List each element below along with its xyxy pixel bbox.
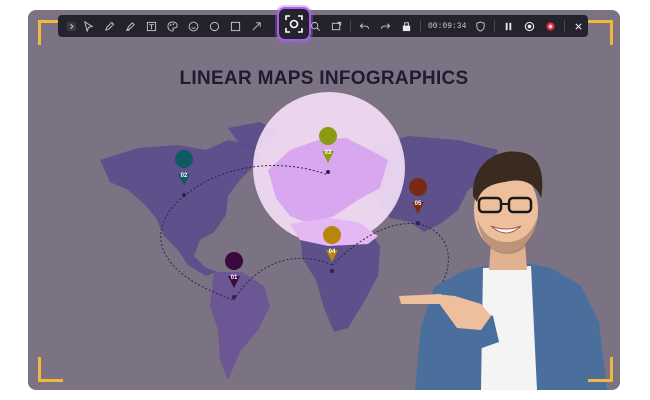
clear-button[interactable] <box>396 15 417 37</box>
collapse-button[interactable] <box>64 15 78 37</box>
close-button[interactable] <box>568 15 589 37</box>
pointer-icon <box>84 20 94 32</box>
marker-label: 02 <box>181 173 188 179</box>
slide-title: LINEAR MAPS INFOGRAPHICS <box>179 68 469 89</box>
color-palette-icon <box>167 20 178 32</box>
highlighter-icon <box>125 21 135 31</box>
stop-record-button[interactable] <box>540 15 561 37</box>
stop-record-icon <box>546 21 556 31</box>
circle-icon <box>209 21 220 31</box>
clear-icon <box>402 21 411 31</box>
toolbar-separator <box>350 20 351 32</box>
undo-icon <box>359 22 370 29</box>
screen-capture-tool[interactable] <box>326 15 347 37</box>
collapse-icon <box>66 21 76 31</box>
pen-icon <box>105 21 115 31</box>
marker-label: 04 <box>329 249 336 255</box>
shield-button[interactable] <box>470 15 491 37</box>
emoji-icon <box>188 21 199 31</box>
recording-timer: 00:09:34 <box>428 21 467 31</box>
color-palette-tool[interactable] <box>162 15 183 37</box>
toolbar-separator <box>564 20 566 32</box>
redo-icon <box>380 22 391 29</box>
presenter-finger <box>399 294 443 304</box>
pen-tool[interactable] <box>99 15 120 37</box>
toolbar-separator <box>420 20 421 32</box>
annotation-toolbar: 00:09:34 <box>58 15 588 37</box>
close-icon <box>575 22 583 30</box>
arrow-icon <box>252 21 261 30</box>
redo-button[interactable] <box>375 15 396 37</box>
marker-label: 01 <box>231 275 238 281</box>
frame-corner-bottom-left <box>38 357 63 382</box>
toolbar-separator <box>494 20 496 32</box>
screenshot-icon <box>285 15 303 33</box>
undo-button[interactable] <box>354 15 375 37</box>
marker-label: 03 <box>325 150 332 156</box>
record-icon <box>525 21 535 31</box>
rectangle-icon <box>230 21 241 31</box>
highlighter-tool[interactable] <box>120 15 141 37</box>
screen-capture-icon <box>331 21 342 30</box>
text-box-icon <box>146 21 157 31</box>
record-button[interactable] <box>519 15 540 37</box>
frame-corner-bottom-right <box>588 357 613 382</box>
map-south-america <box>210 272 270 380</box>
search-icon <box>310 21 320 31</box>
pause-icon <box>506 22 512 30</box>
circle-tool[interactable] <box>204 15 225 37</box>
presenter-photo <box>399 151 607 390</box>
text-box-tool[interactable] <box>141 15 162 37</box>
pause-button[interactable] <box>498 15 519 37</box>
emoji-tool[interactable] <box>183 15 204 37</box>
screenshot-button[interactable] <box>277 7 311 41</box>
pointer-tool[interactable] <box>78 15 99 37</box>
frame-corner-top-right <box>588 20 613 45</box>
arrow-tool[interactable] <box>246 15 267 37</box>
rectangle-tool[interactable] <box>225 15 246 37</box>
shield-icon <box>476 20 486 32</box>
